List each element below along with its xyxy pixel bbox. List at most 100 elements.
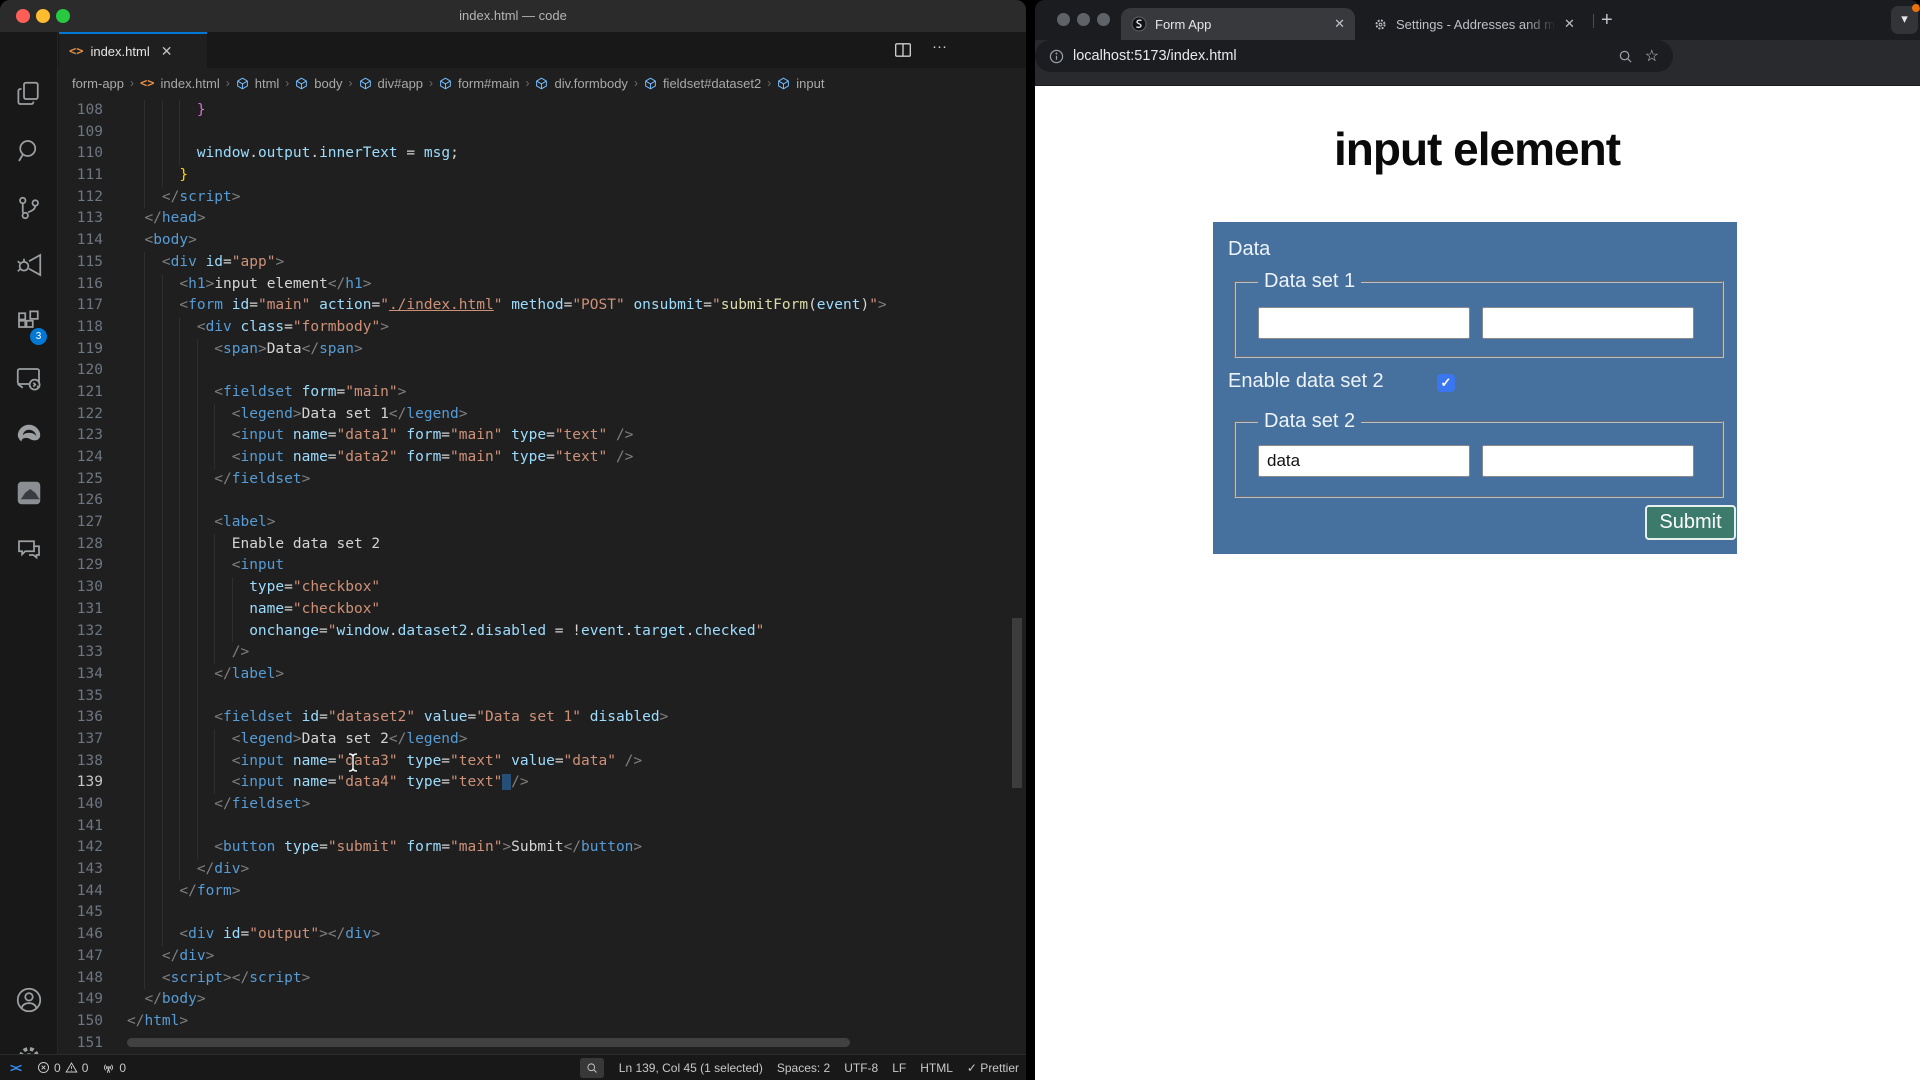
- code-line[interactable]: 131 name="checkbox": [58, 598, 1026, 621]
- edge-devtools-icon[interactable]: [14, 421, 44, 451]
- close-tab-icon[interactable]: ✕: [1334, 16, 1345, 32]
- code-line[interactable]: 144 </form>: [58, 880, 1026, 903]
- data1-input[interactable]: [1258, 307, 1470, 339]
- problems-status[interactable]: 0 0: [30, 1055, 95, 1080]
- breadcrumb-element[interactable]: body: [314, 76, 342, 91]
- code-line[interactable]: 135: [58, 685, 1026, 708]
- run-debug-icon[interactable]: [14, 250, 44, 280]
- code-line[interactable]: 137 <legend>Data set 2</legend>: [58, 728, 1026, 751]
- address-bar[interactable]: localhost:5173/index.html ☆: [1035, 40, 1673, 72]
- code-line[interactable]: 129 <input: [58, 555, 1026, 578]
- breadcrumb-file[interactable]: index.html: [160, 76, 219, 91]
- breadcrumb[interactable]: form-app › <> index.html › html › body ›…: [58, 68, 1026, 98]
- ports-status[interactable]: 0: [95, 1055, 133, 1080]
- data2-input[interactable]: [1482, 307, 1694, 339]
- formatter-status[interactable]: ✓ Prettier: [960, 1061, 1026, 1075]
- more-actions-icon[interactable]: ···: [932, 38, 947, 55]
- code-line[interactable]: 125 </fieldset>: [58, 468, 1026, 491]
- language-mode-status[interactable]: HTML: [913, 1061, 960, 1075]
- code-line[interactable]: 116 <h1>input element</h1>: [58, 273, 1026, 296]
- account-icon[interactable]: [14, 985, 44, 1015]
- breadcrumb-element[interactable]: div#app: [378, 76, 424, 91]
- code-line[interactable]: 118 <div class="formbody">: [58, 316, 1026, 339]
- code-line[interactable]: 150 </html>: [58, 1011, 1026, 1033]
- browser-tab-settings[interactable]: Settings - Addresses and mo ✕: [1365, 8, 1591, 40]
- symbol-cube-icon: [645, 77, 656, 89]
- zoom-indicator-icon[interactable]: [579, 1057, 604, 1078]
- code-line[interactable]: 113 </head>: [58, 208, 1026, 230]
- new-tab-button[interactable]: +: [1601, 9, 1613, 32]
- vscode-titlebar[interactable]: index.html — code: [0, 0, 1026, 32]
- code-editor[interactable]: 108} 109 110 window.output.innerText = msg;…: [58, 100, 1026, 1054]
- url-text[interactable]: localhost:5173/index.html: [1073, 48, 1237, 64]
- code-line[interactable]: 110 window.output.innerText = msg;: [58, 143, 1026, 166]
- code-line[interactable]: 119 <span>Data</span>: [58, 338, 1026, 361]
- code-line[interactable]: 108}: [58, 100, 1026, 122]
- breadcrumb-element[interactable]: form#main: [458, 76, 519, 91]
- code-line[interactable]: 133/>: [58, 642, 1026, 664]
- code-line[interactable]: 124 <input name="data2" form="main" type=…: [58, 447, 1026, 469]
- minimize-traffic-light[interactable]: [1077, 13, 1090, 26]
- site-info-icon[interactable]: [1049, 49, 1064, 64]
- code-line[interactable]: 123 <input name="data1" form="main" type=…: [58, 425, 1026, 447]
- code-line[interactable]: 136 <fieldset id="dataset2" value="Data s…: [58, 707, 1026, 729]
- data4-input[interactable]: [1482, 445, 1694, 477]
- code-line[interactable]: 132 onchange="window.dataset2.disabled = …: [58, 620, 1026, 643]
- source-control-icon[interactable]: [14, 193, 44, 223]
- explorer-icon[interactable]: [14, 79, 44, 109]
- code-line[interactable]: 146 <div id="output"></div>: [58, 924, 1026, 946]
- browser-tab-form-app[interactable]: Form App ✕: [1121, 8, 1355, 40]
- code-line[interactable]: 140 </fieldset>: [58, 794, 1026, 816]
- close-tab-icon[interactable]: ✕: [161, 43, 173, 60]
- camel-extension-icon[interactable]: [14, 478, 44, 508]
- remote-explorer-icon[interactable]: [14, 364, 44, 394]
- bookmark-star-icon[interactable]: ☆: [1645, 46, 1659, 66]
- breadcrumb-element[interactable]: fieldset#dataset2: [663, 76, 761, 91]
- close-tab-icon[interactable]: ✕: [1564, 16, 1575, 32]
- code-line[interactable]: 111}: [58, 165, 1026, 187]
- split-editor-icon[interactable]: [894, 41, 912, 63]
- code-line[interactable]: 121 <fieldset form="main">: [58, 381, 1026, 404]
- breadcrumb-element[interactable]: input: [796, 76, 824, 91]
- eol-status[interactable]: LF: [885, 1061, 913, 1075]
- code-line[interactable]: 122 <legend>Data set 1</legend>: [58, 403, 1026, 426]
- code-line[interactable]: 139 <input name="data4" type="text" />: [58, 772, 1026, 794]
- breadcrumb-element[interactable]: div.formbody: [554, 76, 627, 91]
- code-line[interactable]: 109: [58, 121, 1026, 144]
- tab-index-html[interactable]: <> index.html ✕: [59, 32, 207, 68]
- code-line[interactable]: 145: [58, 902, 1026, 925]
- code-line[interactable]: 117 <form id="main" action="./index.html"…: [58, 295, 1026, 317]
- horizontal-scrollbar[interactable]: [127, 1038, 850, 1047]
- search-icon[interactable]: [14, 136, 44, 166]
- code-line[interactable]: 128 Enable data set 2: [58, 533, 1026, 556]
- code-line[interactable]: 112 </script>: [58, 186, 1026, 209]
- vertical-scrollbar[interactable]: [1012, 618, 1022, 788]
- code-line[interactable]: 120: [58, 360, 1026, 382]
- comments-icon[interactable]: [14, 535, 44, 565]
- code-line[interactable]: 126: [58, 490, 1026, 513]
- code-line[interactable]: 138 <input name="data3" type="text" value…: [58, 750, 1026, 773]
- close-traffic-light[interactable]: [1057, 13, 1070, 26]
- breadcrumb-folder[interactable]: form-app: [72, 76, 124, 91]
- code-line[interactable]: 148 <script></script>: [58, 967, 1026, 990]
- indentation-status[interactable]: Spaces: 2: [770, 1061, 837, 1075]
- code-line[interactable]: 149 </body>: [58, 989, 1026, 1011]
- breadcrumb-element[interactable]: html: [255, 76, 280, 91]
- code-line[interactable]: 134 </label>: [58, 663, 1026, 686]
- encoding-status[interactable]: UTF-8: [837, 1061, 885, 1075]
- code-line[interactable]: 142 <button type="submit" form="main">Sub…: [58, 837, 1026, 860]
- code-line[interactable]: 141: [58, 815, 1026, 838]
- enable-dataset2-checkbox[interactable]: ✓: [1437, 374, 1455, 392]
- submit-button[interactable]: Submit: [1645, 505, 1736, 540]
- code-line[interactable]: 127 <label>: [58, 512, 1026, 534]
- search-icon[interactable]: [1618, 49, 1633, 64]
- data3-input[interactable]: [1258, 445, 1470, 477]
- maximize-traffic-light[interactable]: [1097, 13, 1110, 26]
- remote-indicator-icon[interactable]: ><: [0, 1061, 30, 1075]
- cursor-position-status[interactable]: Ln 139, Col 45 (1 selected): [612, 1061, 770, 1075]
- code-line[interactable]: 147 </div>: [58, 945, 1026, 968]
- code-line[interactable]: 143 </div>: [58, 859, 1026, 881]
- code-line[interactable]: 130 type="checkbox": [58, 577, 1026, 599]
- code-line[interactable]: 114 <body>: [58, 230, 1026, 252]
- code-line[interactable]: 115 <div id="app">: [58, 251, 1026, 274]
